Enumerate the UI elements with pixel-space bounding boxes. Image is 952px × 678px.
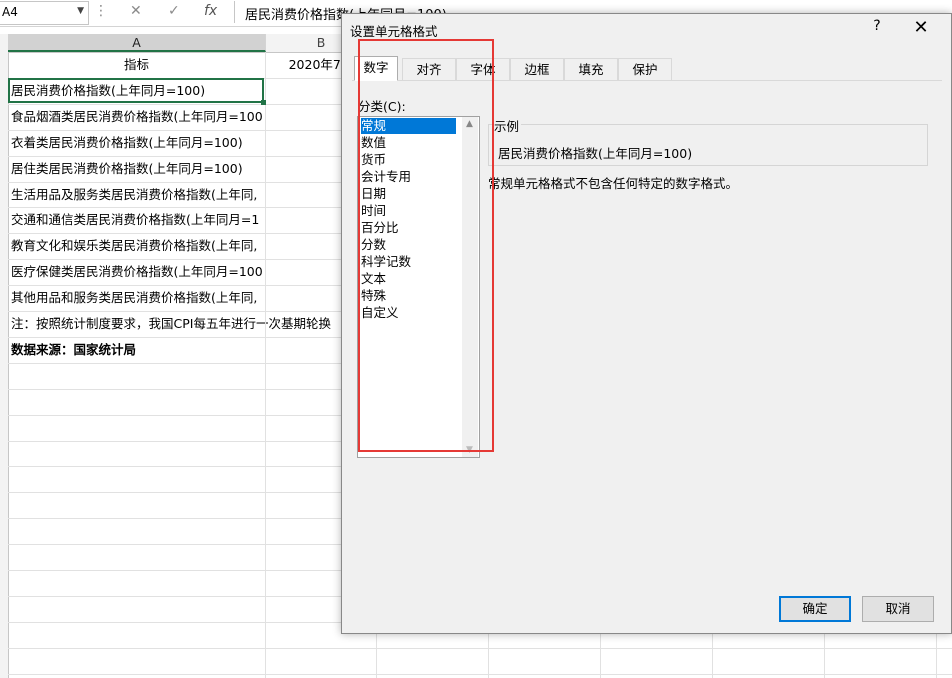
tab-fill[interactable]: 填充: [564, 58, 618, 80]
row-gridline: [8, 673, 952, 675]
close-icon[interactable]: ✕: [908, 17, 934, 39]
cancel-button[interactable]: 取消: [862, 596, 934, 622]
name-box-value: A4: [2, 5, 18, 19]
row-header-bar: 01234567890123456: [0, 52, 9, 678]
row-gridline: [8, 647, 952, 649]
cell-a[interactable]: 居住类居民消费价格指数(上年同月=100): [11, 156, 243, 181]
cell-a[interactable]: 指标: [8, 52, 265, 77]
annotation-highlight-box: [358, 39, 494, 452]
cell-a[interactable]: 食品烟酒类居民消费价格指数(上年同月=100: [11, 104, 263, 129]
cell-a[interactable]: 教育文化和娱乐类居民消费价格指数(上年同,: [11, 233, 257, 258]
sample-label: 示例: [492, 116, 522, 135]
cell-a[interactable]: 其他用品和服务类居民消费价格指数(上年同,: [11, 285, 257, 310]
selected-cell[interactable]: [8, 78, 264, 103]
column-gridline: [265, 52, 266, 678]
format-description: 常规单元格格式不包含任何特定的数字格式。: [488, 176, 739, 191]
cancel-icon[interactable]: ✕: [130, 3, 142, 19]
ok-button[interactable]: 确定: [779, 596, 851, 622]
dialog-title: 设置单元格格式: [350, 24, 438, 39]
formula-controls: ⋮ ✕ ✓ fx: [92, 3, 230, 23]
more-options-icon[interactable]: ⋮: [94, 3, 108, 19]
help-button[interactable]: ?: [866, 18, 888, 38]
cell-a[interactable]: 数据来源：国家统计局: [11, 337, 136, 362]
cell-a[interactable]: 生活用品及服务类居民消费价格指数(上年同,: [11, 182, 257, 207]
cell-a[interactable]: 交通和通信类居民消费价格指数(上年同月=1: [11, 207, 259, 232]
tab-protection[interactable]: 保护: [618, 58, 672, 80]
insert-function-icon[interactable]: fx: [204, 3, 217, 19]
fill-handle[interactable]: [261, 100, 266, 105]
name-box[interactable]: A4 ▼: [0, 1, 89, 25]
cell-a[interactable]: 医疗保健类居民消费价格指数(上年同月=100: [11, 259, 263, 284]
chevron-down-icon[interactable]: ▼: [77, 6, 84, 16]
column-header-a[interactable]: A: [8, 34, 266, 52]
cell-b[interactable]: [268, 648, 374, 673]
sample-value: 居民消费价格指数(上年同月=100): [498, 146, 693, 161]
enter-icon[interactable]: ✓: [168, 3, 180, 19]
cell-a[interactable]: 衣着类居民消费价格指数(上年同月=100): [11, 130, 243, 155]
tab-border[interactable]: 边框: [510, 58, 564, 80]
